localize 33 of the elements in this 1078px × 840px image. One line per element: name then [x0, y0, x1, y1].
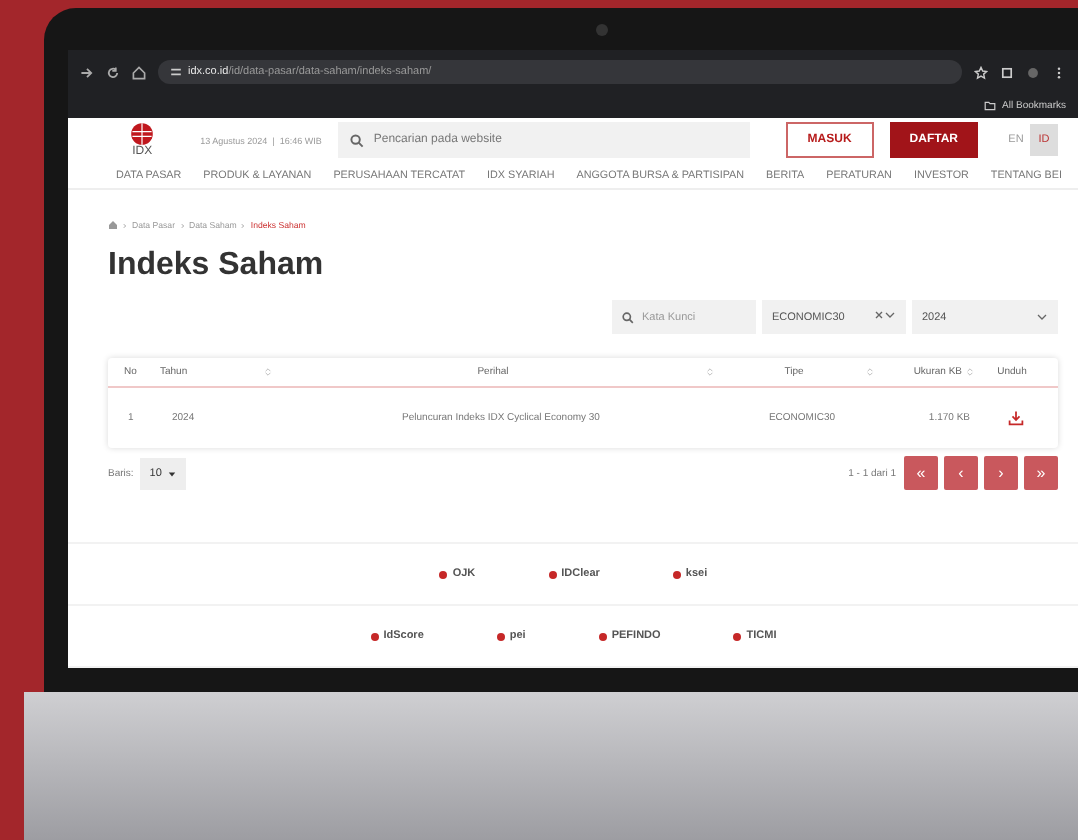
chevron-icon — [240, 221, 247, 229]
logo-mark-icon — [671, 569, 682, 579]
chevron-down-icon — [884, 310, 896, 320]
chevron-icon — [122, 221, 128, 229]
reload-icon[interactable] — [106, 65, 120, 79]
logo-mark-icon — [732, 631, 743, 641]
camera-icon — [595, 23, 607, 35]
page-title: Indeks Saham — [108, 248, 326, 284]
download-icon[interactable] — [1008, 410, 1024, 426]
site-info-icon[interactable] — [170, 66, 182, 78]
last-page-button[interactable]: » — [1024, 456, 1058, 490]
next-page-button[interactable]: › — [984, 456, 1018, 490]
search-icon — [349, 133, 364, 148]
menu-icon[interactable] — [1052, 65, 1066, 79]
profile-icon[interactable] — [1026, 65, 1040, 79]
logo-mark-icon — [369, 631, 380, 641]
home-icon[interactable] — [132, 65, 146, 79]
logo-icon — [130, 122, 155, 147]
logo-mark-icon — [438, 569, 449, 579]
previous-page-button[interactable]: ‹ — [944, 456, 978, 490]
star-icon[interactable] — [974, 65, 988, 79]
logo-mark-icon — [495, 631, 506, 641]
caret-icon — [167, 469, 176, 477]
forward-icon[interactable] — [80, 65, 94, 79]
logo-mark-icon — [547, 569, 558, 579]
clear-icon[interactable] — [874, 310, 884, 320]
folder-icon — [984, 100, 997, 112]
search-icon — [622, 311, 634, 323]
chevron-icon — [179, 221, 185, 229]
chevron-down-icon — [1036, 312, 1048, 322]
logo-mark-icon — [597, 631, 608, 641]
extensions-icon[interactable] — [1000, 65, 1014, 79]
first-page-button[interactable]: « — [904, 456, 938, 490]
